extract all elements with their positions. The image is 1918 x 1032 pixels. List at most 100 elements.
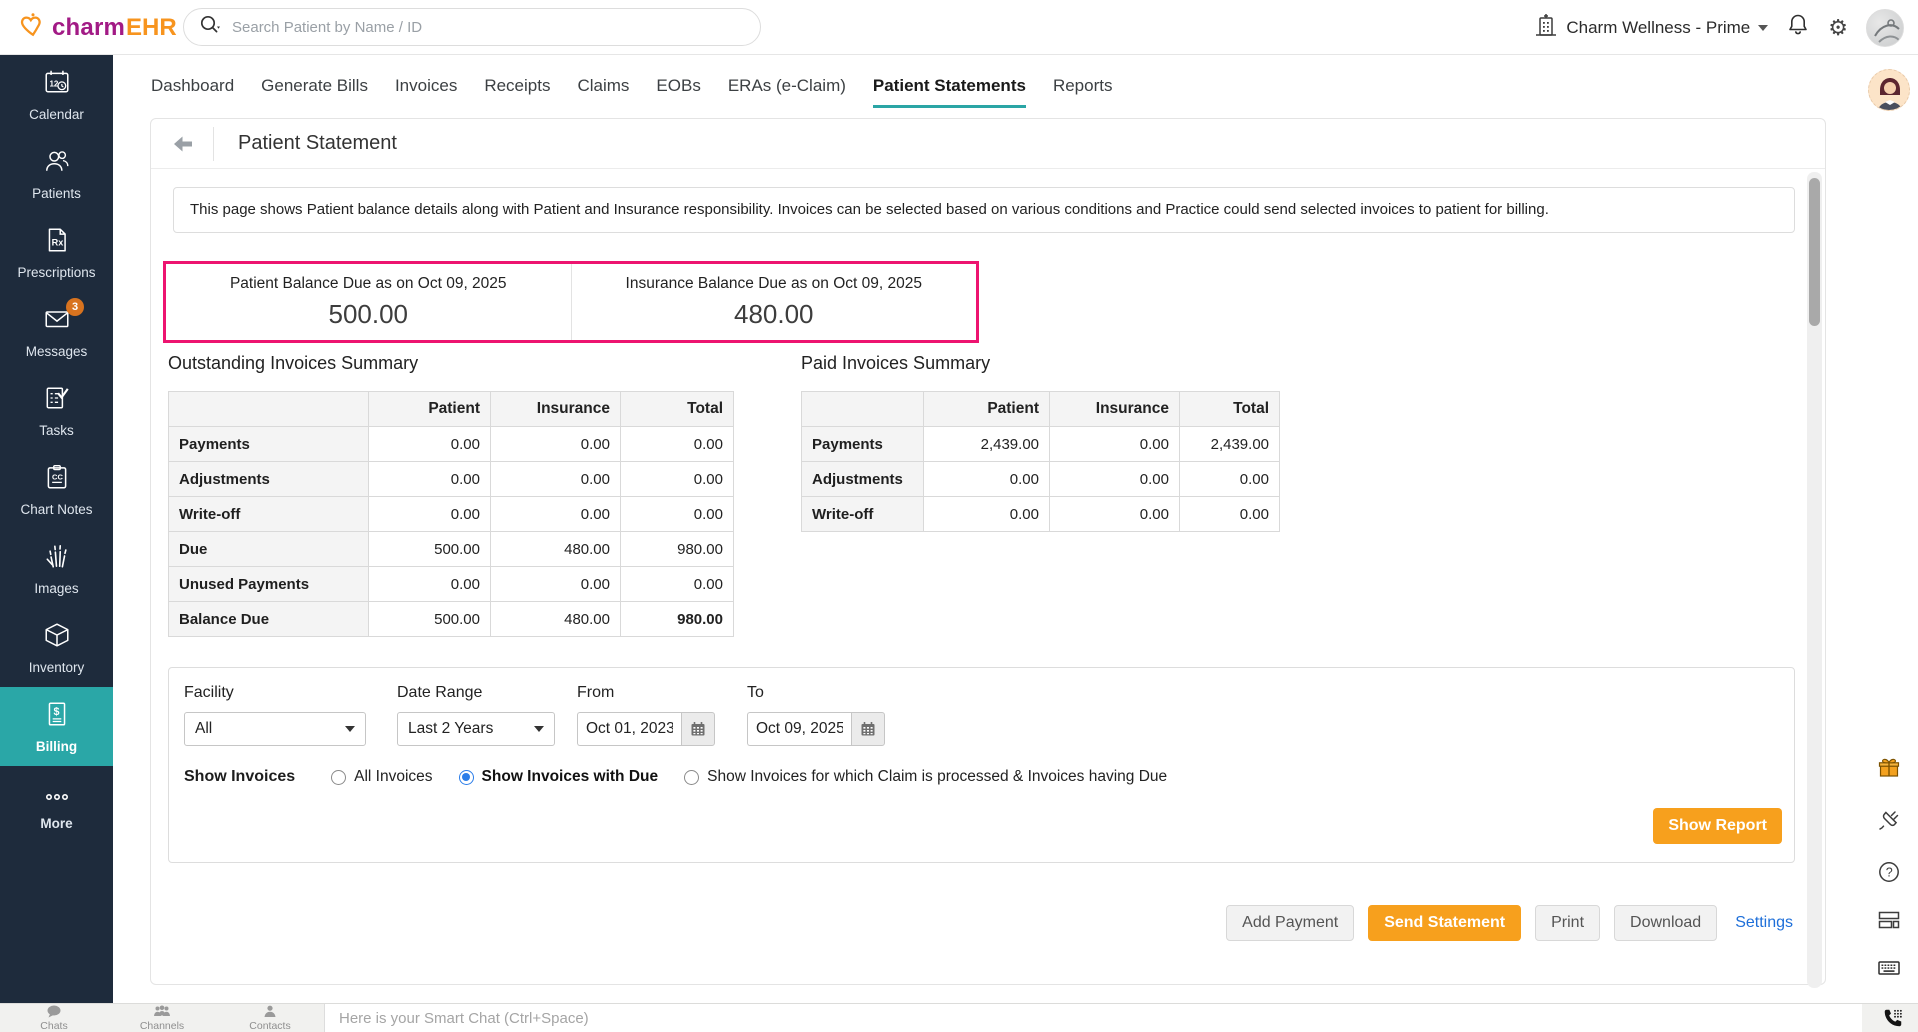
tab-invoices[interactable]: Invoices	[395, 76, 457, 108]
cell-value: 980.00	[621, 532, 734, 567]
show-report-button[interactable]: Show Report	[1653, 808, 1782, 844]
sidebar-label: Patients	[32, 186, 81, 201]
to-date-input[interactable]	[747, 712, 851, 746]
left-sidebar: 12 Calendar Patients Rx Prescriptions 3 …	[0, 55, 113, 1003]
chevron-down-icon	[1758, 25, 1768, 31]
sidebar-item-messages[interactable]: 3 Messages	[0, 292, 113, 371]
chat-tab-contacts[interactable]: Contacts	[216, 1004, 324, 1032]
date-range-select[interactable]: Last 2 Years	[397, 712, 555, 746]
sidebar-item-tasks[interactable]: Tasks	[0, 371, 113, 450]
plug-integrations-icon[interactable]	[1876, 807, 1902, 833]
billing-dollar-icon: $	[43, 700, 71, 733]
back-arrow-icon[interactable]	[171, 132, 195, 156]
sidebar-item-inventory[interactable]: Inventory	[0, 608, 113, 687]
tab-eobs[interactable]: EOBs	[656, 76, 700, 108]
sidebar-item-more[interactable]: More	[0, 776, 113, 843]
tab-eras[interactable]: ERAs (e-Claim)	[728, 76, 846, 108]
sidebar-item-chart-notes[interactable]: CC Chart Notes	[0, 450, 113, 529]
chat-tab-chats[interactable]: Chats	[0, 1004, 108, 1032]
logo-text-ehr: EHR	[126, 14, 177, 42]
cell-value: 0.00	[621, 427, 734, 462]
phone-dialer-icon[interactable]	[1882, 1007, 1904, 1032]
tab-dashboard[interactable]: Dashboard	[151, 76, 234, 108]
patient-avatar[interactable]	[1868, 69, 1910, 111]
svg-text:$: $	[53, 706, 59, 718]
search-input[interactable]	[232, 19, 746, 36]
row-label: Balance Due	[169, 602, 369, 637]
keyboard-shortcuts-icon[interactable]	[1876, 955, 1902, 981]
to-label: To	[747, 684, 764, 702]
patient-balance-label: Patient Balance Due as on Oct 09, 2025	[230, 275, 507, 293]
sidebar-item-calendar[interactable]: 12 Calendar	[0, 55, 113, 134]
tab-claims[interactable]: Claims	[577, 76, 629, 108]
cell-value: 0.00	[369, 497, 491, 532]
cell-value: 0.00	[1050, 427, 1180, 462]
smart-chat-input[interactable]	[339, 1010, 1848, 1027]
notifications-bell-icon[interactable]	[1786, 12, 1810, 43]
chat-tab-label: Contacts	[249, 1020, 290, 1032]
cell-value: 2,439.00	[1180, 427, 1280, 462]
radio-show-invoices-with-due[interactable]: Show Invoices with Due	[459, 768, 659, 786]
user-avatar[interactable]	[1866, 9, 1904, 47]
sidebar-label: Images	[34, 581, 78, 596]
row-label: Adjustments	[802, 462, 924, 497]
sidebar-item-prescriptions[interactable]: Rx Prescriptions	[0, 213, 113, 292]
settings-link[interactable]: Settings	[1735, 914, 1793, 932]
date-range-selected-value: Last 2 Years	[408, 720, 493, 738]
sidebar-item-billing[interactable]: $ Billing	[0, 687, 113, 766]
radio-label: Show Invoices for which Claim is process…	[707, 768, 1167, 786]
chat-bubble-icon	[46, 1005, 62, 1020]
tab-reports[interactable]: Reports	[1053, 76, 1113, 108]
main-content: Dashboard Generate Bills Invoices Receip…	[113, 55, 1826, 1003]
tab-generate-bills[interactable]: Generate Bills	[261, 76, 368, 108]
chat-tab-label: Channels	[140, 1020, 184, 1032]
chat-tab-channels[interactable]: Channels	[108, 1004, 216, 1032]
vertical-scrollbar-thumb[interactable]	[1809, 178, 1820, 326]
patients-icon	[43, 147, 71, 180]
chevron-down-icon	[345, 726, 355, 732]
vertical-scrollbar-track[interactable]	[1807, 172, 1822, 988]
add-payment-button[interactable]: Add Payment	[1226, 905, 1354, 941]
row-label: Write-off	[169, 497, 369, 532]
sidebar-item-images[interactable]: Images	[0, 529, 113, 608]
table-row: Payments 0.00 0.00 0.00	[169, 427, 734, 462]
settings-gear-icon[interactable]: ⚙	[1828, 17, 1848, 39]
send-statement-button[interactable]: Send Statement	[1368, 905, 1521, 941]
gift-icon[interactable]	[1876, 755, 1902, 781]
sidebar-label: Billing	[36, 739, 77, 754]
more-dots-icon	[43, 789, 71, 810]
contact-person-icon	[263, 1005, 277, 1020]
practice-switcher[interactable]: Charm Wellness - Prime	[1534, 12, 1768, 43]
radio-all-invoices[interactable]: All Invoices	[331, 768, 432, 786]
search-icon[interactable]	[198, 13, 222, 42]
sidebar-label: Prescriptions	[17, 265, 95, 280]
tab-receipts[interactable]: Receipts	[484, 76, 550, 108]
cell-value: 0.00	[369, 462, 491, 497]
help-icon[interactable]: ?	[1876, 859, 1902, 885]
sidebar-item-patients[interactable]: Patients	[0, 134, 113, 213]
facility-select[interactable]: All	[184, 712, 366, 746]
cell-value: 480.00	[491, 602, 621, 637]
outstanding-summary-table: Patient Insurance Total Payments 0.00 0.…	[168, 391, 734, 637]
table-header-row: Patient Insurance Total	[802, 392, 1280, 427]
practice-name: Charm Wellness - Prime	[1566, 18, 1750, 38]
from-calendar-icon[interactable]	[681, 712, 715, 746]
clinic-building-icon	[1534, 12, 1558, 43]
calendar-icon: 12	[43, 68, 71, 101]
charm-ehr-logo: charmEHR	[20, 12, 177, 43]
sidebar-label: Inventory	[29, 660, 85, 675]
cell-value: 0.00	[491, 567, 621, 602]
sidebar-label: Messages	[26, 344, 88, 359]
radio-claim-processed-due[interactable]: Show Invoices for which Claim is process…	[684, 768, 1167, 786]
tab-patient-statements[interactable]: Patient Statements	[873, 76, 1026, 108]
print-button[interactable]: Print	[1535, 905, 1600, 941]
patient-search[interactable]	[183, 8, 761, 46]
download-button[interactable]: Download	[1614, 905, 1717, 941]
cell-value: 0.00	[924, 462, 1050, 497]
layout-widgets-icon[interactable]	[1876, 907, 1902, 933]
from-date-input[interactable]	[577, 712, 681, 746]
messages-count-badge: 3	[66, 298, 84, 316]
col-patient: Patient	[924, 392, 1050, 427]
to-calendar-icon[interactable]	[851, 712, 885, 746]
radio-label: All Invoices	[354, 768, 432, 786]
